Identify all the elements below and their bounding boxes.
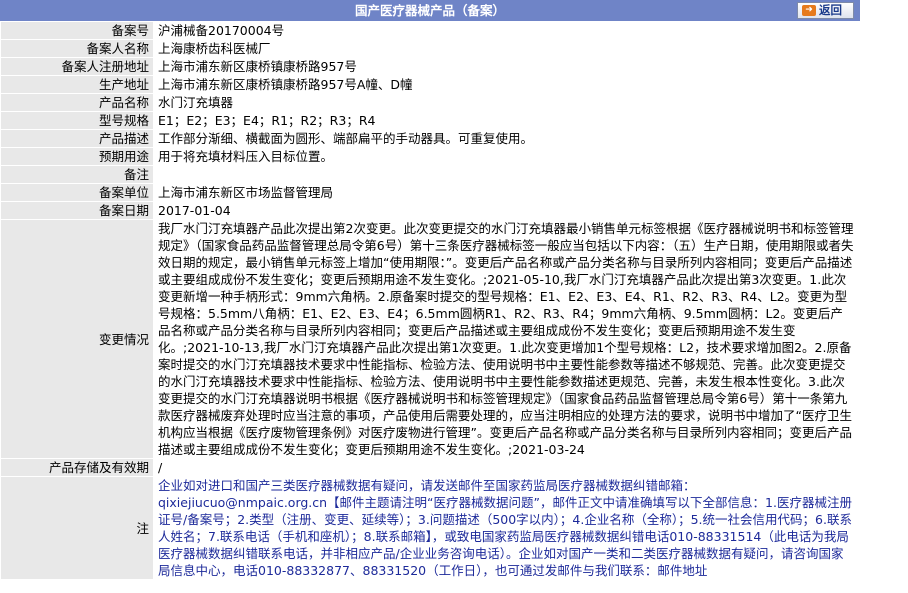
change-history-text: 我厂水门汀充填器产品此次提出第2次变更。此次变更提交的水门汀充填器最小销售单元标…	[153, 219, 860, 459]
field-label: 产品描述	[0, 129, 154, 148]
field-label: 注	[0, 476, 154, 580]
field-value	[153, 165, 860, 184]
page-title: 国产医疗器械产品（备案）	[354, 3, 505, 18]
detail-table: 备案号 沪浦械备20170004号 备案人名称 上海康桥齿科医械厂 备案人注册地…	[0, 21, 860, 580]
field-label: 生产地址	[0, 75, 154, 94]
table-row: 备注	[0, 165, 860, 184]
table-row-change-history: 变更情况 我厂水门汀充填器产品此次提出第2次变更。此次变更提交的水门汀充填器最小…	[0, 219, 860, 459]
table-row: 备案人名称 上海康桥齿科医械厂	[0, 39, 860, 58]
field-label: 型号规格	[0, 111, 154, 130]
table-row-note: 注 企业如对进口和国产三类医疗器械数据有疑问，请发送邮件至国家药监局医疗器械数据…	[0, 476, 860, 580]
field-label: 变更情况	[0, 219, 154, 459]
field-label: 备案号	[0, 21, 154, 40]
back-button-label: 返回	[819, 3, 842, 17]
field-value: 上海市浦东新区康桥镇康桥路957号	[153, 57, 860, 76]
page-margin	[860, 0, 908, 593]
field-value: 工作部分渐细、横截面为圆形、端部扁平的手动器具。可重复使用。	[153, 129, 860, 148]
field-value: 2017-01-04	[153, 201, 860, 220]
field-value: 水门汀充填器	[153, 93, 860, 112]
field-label: 备案单位	[0, 183, 154, 202]
product-detail-panel: 国产医疗器械产品（备案） ➜ 返回 备案号 沪浦械备20170004号 备案人名…	[0, 0, 860, 580]
arrow-right-icon: ➜	[802, 5, 816, 16]
table-row: 备案日期 2017-01-04	[0, 201, 860, 220]
table-row: 型号规格 E1；E2；E3；E4；R1；R2；R3；R4	[0, 111, 860, 130]
field-value: 沪浦械备20170004号	[153, 21, 860, 40]
field-value: E1；E2；E3；E4；R1；R2；R3；R4	[153, 111, 860, 130]
field-label: 产品存储及有效期	[0, 458, 154, 477]
table-row: 备案号 沪浦械备20170004号	[0, 21, 860, 40]
table-row: 备案人注册地址 上海市浦东新区康桥镇康桥路957号	[0, 57, 860, 76]
field-label: 备注	[0, 165, 154, 184]
table-row: 产品名称 水门汀充填器	[0, 93, 860, 112]
table-row: 预期用途 用于将充填材料压入目标位置。	[0, 147, 860, 166]
table-row: 生产地址 上海市浦东新区康桥镇康桥路957号A幢、D幢	[0, 75, 860, 94]
field-label: 备案人名称	[0, 39, 154, 58]
field-value: 上海市浦东新区康桥镇康桥路957号A幢、D幢	[153, 75, 860, 94]
field-value: 上海市浦东新区市场监督管理局	[153, 183, 860, 202]
correction-note-text: 企业如对进口和国产三类医疗器械数据有疑问，请发送邮件至国家药监局医疗器械数据纠错…	[153, 476, 860, 580]
table-row: 产品描述 工作部分渐细、横截面为圆形、端部扁平的手动器具。可重复使用。	[0, 129, 860, 148]
table-row: 产品存储及有效期 /	[0, 458, 860, 477]
table-row: 备案单位 上海市浦东新区市场监督管理局	[0, 183, 860, 202]
field-label: 备案人注册地址	[0, 57, 154, 76]
field-label: 备案日期	[0, 201, 154, 220]
field-value: /	[153, 458, 860, 477]
field-label: 预期用途	[0, 147, 154, 166]
field-value: 用于将充填材料压入目标位置。	[153, 147, 860, 166]
panel-header: 国产医疗器械产品（备案） ➜ 返回	[0, 0, 860, 21]
field-value: 上海康桥齿科医械厂	[153, 39, 860, 58]
field-label: 产品名称	[0, 93, 154, 112]
back-button[interactable]: ➜ 返回	[797, 2, 854, 19]
